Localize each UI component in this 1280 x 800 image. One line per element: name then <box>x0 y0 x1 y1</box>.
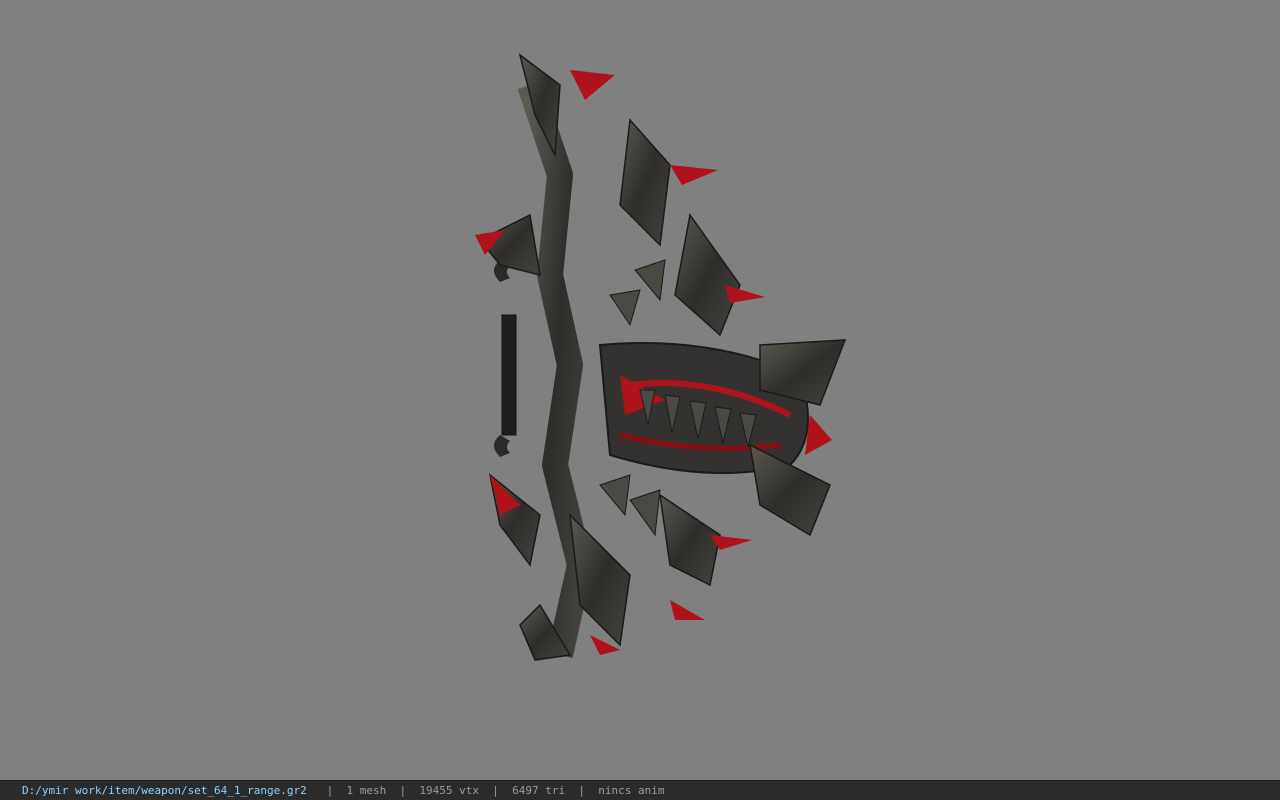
model-viewport[interactable] <box>0 0 1280 780</box>
separator: | <box>492 784 499 797</box>
triangle-count-label: 6497 tri <box>512 784 566 797</box>
anim-status-label: nincs anim <box>598 784 665 797</box>
bow-model-render <box>475 53 847 661</box>
file-path-label: D:/ymir work/item/weapon/set_64_1_range.… <box>22 784 307 797</box>
separator: | <box>399 784 407 797</box>
mesh-count-label: 1 mesh <box>346 784 387 797</box>
vertex-count-label: 19455 vtx <box>419 784 480 797</box>
separator: | <box>326 784 334 797</box>
separator: | <box>578 784 585 797</box>
status-bar: D:/ymir work/item/weapon/set_64_1_range.… <box>0 780 1280 800</box>
